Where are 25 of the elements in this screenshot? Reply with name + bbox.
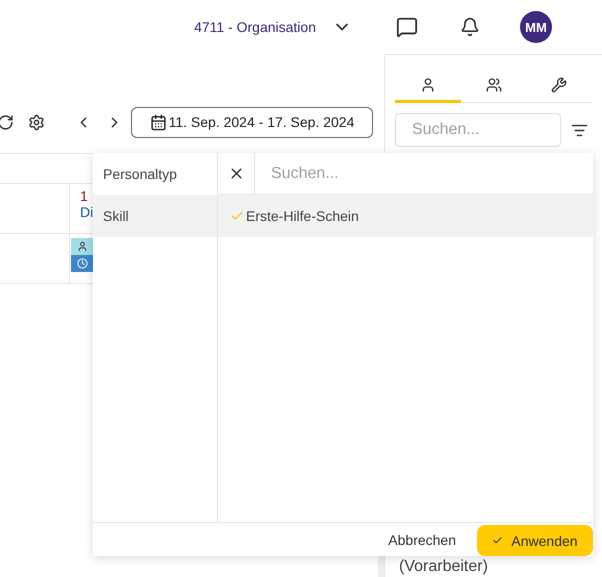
clock-icon — [77, 258, 88, 269]
cancel-button[interactable]: Abbrechen — [382, 530, 462, 548]
person-icon — [77, 241, 88, 252]
date-range-button[interactable]: 11. Sep. 2024 - 17. Sep. 2024 — [131, 106, 373, 138]
person-icon — [420, 76, 436, 92]
notification-button[interactable] — [460, 17, 480, 37]
filter-category[interactable]: Personaltyp — [93, 153, 217, 195]
person-role: (Vorarbeiter) — [399, 558, 488, 576]
shift-block[interactable] — [71, 238, 94, 255]
checkmark-icon — [492, 535, 504, 546]
refresh-button[interactable] — [0, 114, 14, 130]
search-field[interactable]: Suchen... — [395, 113, 561, 147]
people-icon — [486, 76, 502, 92]
day-name: Di — [80, 204, 94, 220]
calendar-icon — [150, 114, 167, 130]
filter-category[interactable]: Skill — [93, 195, 217, 237]
user-avatar[interactable]: MM — [520, 11, 552, 43]
day-number: 1 — [80, 188, 88, 204]
settings-button[interactable] — [28, 114, 45, 130]
chat-button[interactable] — [396, 16, 418, 38]
wrench-icon — [551, 76, 568, 92]
filter-search-field[interactable]: Suchen... — [255, 153, 593, 194]
organisation-name: 4711 - Organisation — [194, 19, 316, 35]
apply-button[interactable]: Anwenden — [477, 525, 593, 556]
filter-option[interactable]: Erste-Hilfe-Schein — [218, 195, 593, 237]
